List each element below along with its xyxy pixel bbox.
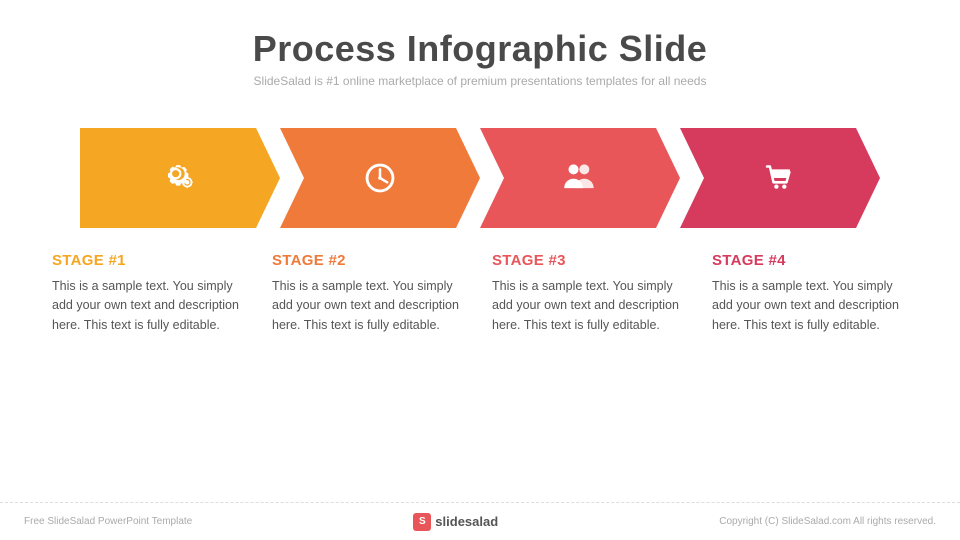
stage2-label: STAGE #2 [272,252,468,269]
footer-left-text: Free SlideSalad PowerPoint Template [24,516,192,527]
cart-icon [757,155,803,201]
footer-right-text: Copyright (C) SlideSalad.com All rights … [719,516,936,527]
stage-info-2: STAGE #2 This is a sample text. You simp… [260,252,480,335]
gears-icon [157,155,203,201]
slidesalad-logo-icon: S [413,513,431,531]
stage3-label: STAGE #3 [492,252,688,269]
stages-row: STAGE #1 This is a sample text. You simp… [0,252,960,335]
stage1-label: STAGE #1 [52,252,248,269]
stage4-label: STAGE #4 [712,252,908,269]
arrow-shape-4 [680,128,880,228]
arrows-row [80,128,880,228]
arrow-shape-2 [280,128,480,228]
slide: Process Infographic Slide SlideSalad is … [0,0,960,540]
slide-subtitle: SlideSalad is #1 online marketplace of p… [253,74,708,88]
arrow-stage4 [680,128,880,228]
stage-info-1: STAGE #1 This is a sample text. You simp… [40,252,260,335]
arrow-stage3 [480,128,680,228]
stage-info-4: STAGE #4 This is a sample text. You simp… [700,252,920,335]
clock-icon [357,155,403,201]
stage2-text: This is a sample text. You simply add yo… [272,277,468,335]
stage-info-3: STAGE #3 This is a sample text. You simp… [480,252,700,335]
header: Process Infographic Slide SlideSalad is … [253,0,708,88]
footer: Free SlideSalad PowerPoint Template S sl… [0,502,960,540]
people-icon [557,155,603,201]
arrow-shape-3 [480,128,680,228]
footer-center: S slidesalad [413,513,498,531]
stage3-text: This is a sample text. You simply add yo… [492,277,688,335]
arrow-shape-1 [80,128,280,228]
stage4-text: This is a sample text. You simply add yo… [712,277,908,335]
arrow-stage2 [280,128,480,228]
stage1-text: This is a sample text. You simply add yo… [52,277,248,335]
footer-logo-text: slidesalad [435,514,498,529]
slide-title: Process Infographic Slide [253,28,708,70]
arrow-stage1 [80,128,280,228]
